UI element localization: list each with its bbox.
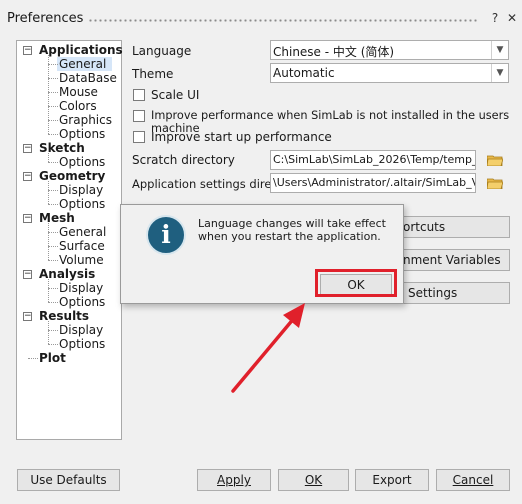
tree-item-mesh-general[interactable]: General xyxy=(59,225,106,239)
improve-performance-checkbox[interactable] xyxy=(133,110,145,122)
tree-connector xyxy=(48,106,58,107)
tree-connector xyxy=(48,181,49,204)
tree-connector xyxy=(48,232,58,233)
export-button[interactable]: Export xyxy=(355,469,429,491)
tree-category-sketch[interactable]: Sketch xyxy=(39,141,85,155)
tree-connector xyxy=(48,246,58,247)
tree-connector xyxy=(48,120,58,121)
folder-icon[interactable] xyxy=(487,177,503,189)
folder-icon[interactable] xyxy=(487,154,503,166)
tree-item-results-display[interactable]: Display xyxy=(59,323,103,337)
tree-category-plot[interactable]: Plot xyxy=(39,351,66,365)
language-select[interactable]: Chinese - 中文 (简体) ▼ xyxy=(270,40,509,60)
tree-item-mesh-surface[interactable]: Surface xyxy=(59,239,105,253)
tree-item-analysis-display[interactable]: Display xyxy=(59,281,103,295)
scratch-directory-label: Scratch directory xyxy=(132,153,235,167)
tree-item-applications-options[interactable]: Options xyxy=(59,127,105,141)
tree-connector xyxy=(48,204,58,205)
cancel-button[interactable]: Cancel xyxy=(436,469,510,491)
tree-item-analysis-options[interactable]: Options xyxy=(59,295,105,309)
tree-connector xyxy=(48,279,49,302)
theme-value: Automatic xyxy=(273,66,335,80)
ok-button[interactable]: OK xyxy=(278,469,349,491)
language-label: Language xyxy=(132,44,192,58)
app-settings-directory-value: \Users\Administrator/.altair/SimLab_V202… xyxy=(273,176,475,189)
scale-ui-label: Scale UI xyxy=(151,88,200,102)
annotation-arrow xyxy=(231,303,305,393)
collapse-icon[interactable]: − xyxy=(23,214,32,223)
collapse-icon[interactable]: − xyxy=(23,312,32,321)
shortcuts-button-label: ortcuts xyxy=(403,220,446,234)
language-value: Chinese - 中文 (简体) xyxy=(273,45,395,59)
settings-button-label: Settings xyxy=(408,286,458,300)
tree-connector xyxy=(28,358,38,359)
tree-connector xyxy=(48,190,58,191)
tree-connector xyxy=(48,330,58,331)
tree-connector xyxy=(48,78,58,79)
scratch-directory-value: C:\SimLab\SimLab_2026\Temp/temp_1 xyxy=(273,153,476,166)
tree-category-mesh[interactable]: Mesh xyxy=(39,211,75,225)
close-icon[interactable]: ✕ xyxy=(505,11,519,25)
tree-connector xyxy=(48,92,58,93)
tree-category-applications[interactable]: Applications xyxy=(39,43,123,57)
tree-item-mesh-volume[interactable]: Volume xyxy=(59,253,104,267)
tree-connector xyxy=(48,153,49,162)
tree-connector xyxy=(48,64,58,65)
apply-button[interactable]: Apply xyxy=(197,469,271,491)
apply-button-label: Apply xyxy=(217,473,251,487)
use-defaults-button[interactable]: Use Defaults xyxy=(17,469,120,491)
preferences-tree[interactable]: Applications − General DataBase Mouse Colors G… xyxy=(16,40,123,440)
info-icon: i xyxy=(146,215,186,255)
collapse-icon[interactable]: − xyxy=(23,144,32,153)
tree-connector xyxy=(48,134,58,135)
dialog-message: Language changes will take effect when y… xyxy=(198,217,398,243)
dialog-message-line-1: Language changes will take effect xyxy=(198,217,386,230)
theme-label: Theme xyxy=(132,67,174,81)
scratch-directory-input[interactable]: C:\SimLab\SimLab_2026\Temp/temp_1 xyxy=(270,150,476,170)
window-title: Preferences xyxy=(7,11,84,26)
tree-connector xyxy=(48,288,58,289)
tree-connector xyxy=(48,223,49,260)
tree-connector xyxy=(48,321,49,344)
tree-item-applications-colors[interactable]: Colors xyxy=(59,99,97,113)
environment-variables-button-label: nment Variables xyxy=(403,253,501,267)
tree-category-results[interactable]: Results xyxy=(39,309,89,323)
app-settings-directory-input[interactable]: \Users\Administrator/.altair/SimLab_V202… xyxy=(270,173,476,193)
tree-item-sketch-options[interactable]: Options xyxy=(59,155,105,169)
improve-startup-label: Improve start up performance xyxy=(151,130,332,144)
tree-item-applications-mouse[interactable]: Mouse xyxy=(59,85,98,99)
drag-grip[interactable] xyxy=(88,18,478,23)
tree-item-results-options[interactable]: Options xyxy=(59,337,105,351)
improve-startup-checkbox[interactable] xyxy=(133,131,145,143)
highlight-box xyxy=(315,269,397,297)
chevron-down-icon: ▼ xyxy=(491,41,508,59)
cancel-button-label: Cancel xyxy=(452,473,494,487)
tree-connector xyxy=(48,302,58,303)
collapse-icon[interactable]: − xyxy=(23,270,32,279)
tree-connector xyxy=(48,260,58,261)
ok-button-label: OK xyxy=(304,473,323,487)
tree-connector xyxy=(48,162,58,163)
theme-select[interactable]: Automatic ▼ xyxy=(270,63,509,83)
collapse-icon[interactable]: − xyxy=(23,172,32,181)
help-icon[interactable]: ? xyxy=(488,11,502,25)
scale-ui-checkbox[interactable] xyxy=(133,89,145,101)
tree-item-geometry-display[interactable]: Display xyxy=(59,183,103,197)
collapse-icon[interactable]: − xyxy=(23,46,32,55)
tree-item-applications-database[interactable]: DataBase xyxy=(59,71,117,85)
chevron-down-icon: ▼ xyxy=(491,64,508,82)
title-bar: Preferences ? ✕ xyxy=(0,0,522,38)
tree-connector xyxy=(48,55,49,134)
tree-item-applications-general[interactable]: General xyxy=(57,57,113,71)
tree-connector xyxy=(48,344,58,345)
dialog-message-line-2: when you restart the application. xyxy=(198,230,381,243)
tree-item-geometry-options[interactable]: Options xyxy=(59,197,105,211)
tree-item-applications-graphics[interactable]: Graphics xyxy=(59,113,112,127)
